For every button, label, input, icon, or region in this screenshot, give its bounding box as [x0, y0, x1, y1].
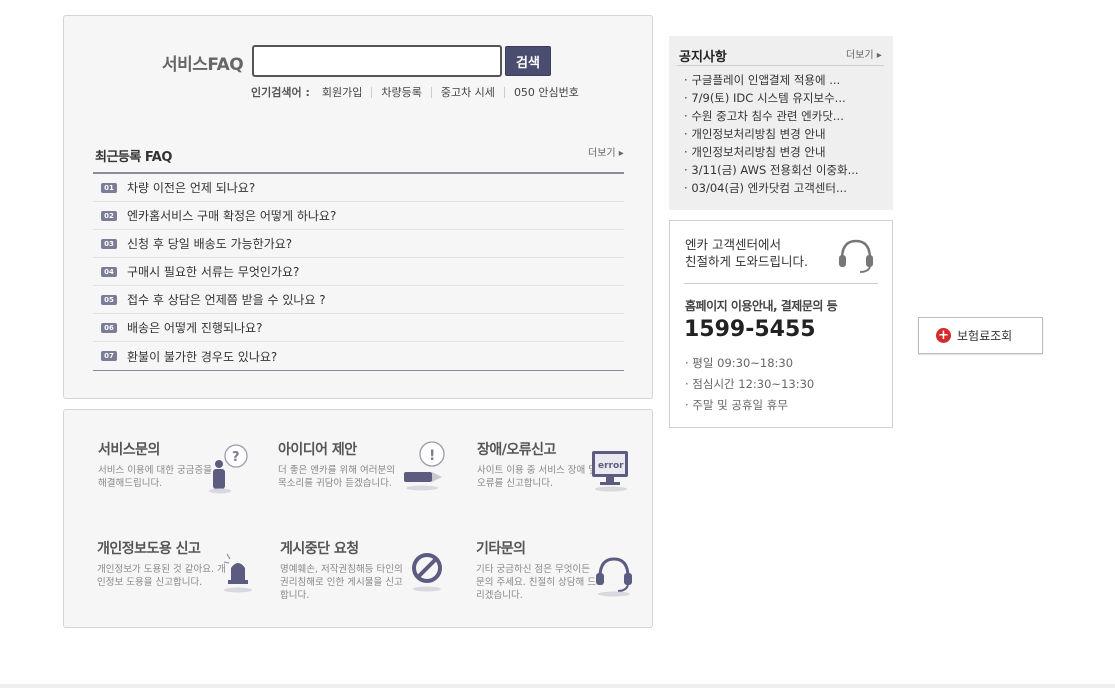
- recent-faq-title: 최근등록 FAQ: [95, 150, 172, 165]
- keyword-link[interactable]: 회원가입: [318, 87, 371, 98]
- faq-item-text[interactable]: 접수 후 상담은 언제쯤 받을 수 있나요 ?: [127, 291, 326, 308]
- faq-item[interactable]: 06 배송은 어떻게 진행되나요?: [93, 314, 624, 342]
- customer-center-panel: 엔카 고객센터에서 친절하게 도와드립니다. 홈페이지 이용안내, 결제문의 등…: [669, 220, 893, 428]
- customer-center-hours: · 평일 09:30~18:30 · 점심시간 12:30~13:30 · 주말…: [685, 355, 814, 418]
- alarm-siren-icon: [223, 553, 252, 593]
- customer-center-phone: 1599-5455: [684, 317, 816, 342]
- faq-item[interactable]: 07 환불이 불가한 경우도 있나요?: [93, 342, 624, 370]
- notice-title: 공지사항: [679, 50, 727, 65]
- category-desc: 개인정보가 도용된 것 같아요. 개인정보 도용을 신고합니다.: [97, 564, 226, 588]
- keyword-link[interactable]: 중고차 시세: [430, 86, 504, 98]
- keyword-link[interactable]: 050 안심번호: [503, 86, 588, 98]
- faq-item-text[interactable]: 엔카홈서비스 구매 확정은 어떻게 하나요?: [127, 207, 336, 224]
- hours-item: · 평일 09:30~18:30: [685, 356, 794, 370]
- faq-title: 서비스FAQ: [162, 55, 244, 75]
- insurance-quote-label: 보험료조회: [957, 329, 1013, 343]
- plus-circle-icon: +: [936, 328, 951, 343]
- faq-item[interactable]: 04 구매시 필요한 서류는 무엇인가요?: [93, 258, 624, 286]
- category-service-inquiry[interactable]: 서비스문의 서비스 이용에 대한 궁금증을 해결해드립니다.: [98, 439, 278, 490]
- faq-number-badge: 02: [101, 210, 117, 221]
- search-button[interactable]: 검색: [505, 46, 551, 76]
- notice-item[interactable]: · 7/9(토) IDC 시스템 유지보수...: [684, 90, 884, 108]
- faq-item-text[interactable]: 차량 이전은 언제 되나요?: [127, 179, 255, 196]
- prohibited-icon: [412, 553, 442, 592]
- hours-item: · 주말 및 공휴일 휴무: [685, 398, 788, 412]
- notice-item[interactable]: · 개인정보처리방침 변경 안내: [684, 126, 884, 144]
- faq-item-text[interactable]: 환불이 불가한 경우도 있나요?: [127, 348, 277, 365]
- notice-list: · 구글플레이 인앱결제 적용에 ... · 7/9(토) IDC 시스템 유지…: [684, 72, 884, 198]
- footer-divider: [0, 684, 1115, 688]
- faq-item[interactable]: 01 차량 이전은 언제 되나요?: [93, 174, 624, 202]
- notice-item[interactable]: · 03/04(금) 엔카닷컴 고객센터...: [684, 180, 884, 198]
- popular-keywords: 인기검색어 : 회원가입 차량등록 중고차 시세 050 안심번호: [251, 84, 588, 100]
- notice-more-link[interactable]: 더보기 ▸: [846, 46, 882, 61]
- category-desc: 기타 궁금하신 점은 무엇이든 문의 주세요. 친절히 상담해 드리겠습니다.: [476, 564, 596, 601]
- notice-item[interactable]: · 구글플레이 인앱결제 적용에 ...: [684, 72, 884, 90]
- svg-text:error: error: [598, 461, 624, 471]
- faq-number-badge: 06: [101, 322, 117, 333]
- divider: [677, 65, 884, 66]
- faq-item[interactable]: 03 신청 후 당일 배송도 가능한가요?: [93, 230, 624, 258]
- customer-center-subtitle: 홈페이지 이용안내, 결제문의 등: [685, 299, 838, 313]
- faq-item[interactable]: 02 엔카홈서비스 구매 확정은 어떻게 하나요?: [93, 202, 624, 230]
- faq-item[interactable]: 05 접수 후 상담은 언제쯤 받을 수 있나요 ?: [93, 286, 624, 314]
- category-desc: 사이트 이용 중 서비스 장애 및 오류를 신고합니다.: [477, 465, 597, 489]
- faq-item-text[interactable]: 배송은 어떻게 진행되나요?: [127, 319, 262, 336]
- svg-text:?: ?: [232, 450, 240, 465]
- faq-number-badge: 05: [101, 294, 117, 305]
- category-desc: 서비스 이용에 대한 궁금증을 해결해드립니다.: [98, 465, 212, 489]
- faq-panel: 서비스FAQ 검색 인기검색어 : 회원가입 차량등록 중고차 시세 050 안…: [63, 15, 653, 399]
- recent-faq-more-link[interactable]: 더보기 ▸: [588, 144, 624, 159]
- popular-keywords-label: 인기검색어 :: [251, 86, 310, 99]
- category-desc: 더 좋은 엔카를 위해 여러분의 목소리를 귀담아 듣겠습니다.: [278, 465, 395, 489]
- faq-number-badge: 01: [101, 182, 117, 193]
- category-desc: 명예훼손, 저작권침해등 타인의 권리침해로 인한 게시물을 신고합니다.: [280, 564, 403, 601]
- faq-search-input[interactable]: [252, 45, 502, 77]
- notice-item[interactable]: · 수원 중고차 침수 관련 엔카닷...: [684, 108, 884, 126]
- keyword-link[interactable]: 차량등록: [371, 86, 430, 98]
- inquiry-category-panel: 서비스문의 서비스 이용에 대한 궁금증을 해결해드립니다. ? 아이디어 제안…: [63, 409, 653, 628]
- hours-item: · 점심시간 12:30~13:30: [685, 377, 815, 391]
- monitor-error-icon: error: [592, 451, 628, 492]
- faq-list: 01 차량 이전은 언제 되나요? 02 엔카홈서비스 구매 확정은 어떻게 하나요…: [93, 172, 624, 371]
- insurance-quote-button[interactable]: + 보험료조회: [918, 317, 1043, 354]
- faq-number-badge: 03: [101, 238, 117, 249]
- headset-icon: [596, 557, 632, 597]
- pencil-exclamation-icon: !: [404, 441, 445, 491]
- faq-item-text[interactable]: 구매시 필요한 서류는 무엇인가요?: [127, 263, 299, 280]
- faq-number-badge: 07: [101, 351, 117, 361]
- notice-item[interactable]: · 3/11(금) AWS 전용회선 이중화...: [684, 162, 884, 180]
- notice-panel: 공지사항 더보기 ▸ · 구글플레이 인앱결제 적용에 ... · 7/9(토)…: [669, 36, 893, 210]
- svg-text:!: !: [429, 448, 435, 464]
- person-question-icon: ?: [209, 444, 248, 494]
- customer-center-intro: 엔카 고객센터에서 친절하게 도와드립니다.: [685, 237, 808, 269]
- headset-icon: [839, 239, 873, 273]
- category-title[interactable]: 서비스문의: [98, 439, 278, 459]
- divider: [684, 283, 878, 284]
- faq-number-badge: 04: [101, 266, 117, 277]
- faq-item-text[interactable]: 신청 후 당일 배송도 가능한가요?: [127, 235, 292, 252]
- notice-item[interactable]: · 개인정보처리방침 변경 안내: [684, 144, 884, 162]
